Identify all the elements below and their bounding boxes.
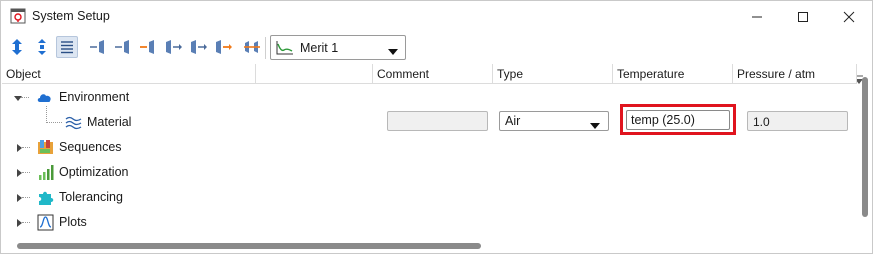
- chevron-down-icon: [590, 118, 600, 132]
- tree-label-sequences: Sequences: [59, 140, 122, 154]
- merit-function-select[interactable]: Merit 1: [270, 35, 406, 60]
- maximize-button[interactable]: [780, 1, 825, 33]
- vertical-scrollbar[interactable]: [858, 65, 872, 239]
- toolbar-separator: [265, 37, 266, 59]
- tree-label-tolerancing: Tolerancing: [59, 190, 123, 204]
- system-setup-window: System Setup Merit 1 Object Comment Type…: [0, 0, 873, 254]
- tree-connector: [22, 147, 30, 148]
- horizontal-scrollbar[interactable]: [1, 239, 858, 253]
- move-surface-icon[interactable]: [187, 36, 209, 58]
- expand-vertical-icon[interactable]: [6, 36, 28, 58]
- horizontal-scrollbar-thumb[interactable]: [17, 243, 481, 249]
- system-setup-app-icon: [10, 8, 26, 24]
- tree-label-optimization: Optimization: [59, 165, 129, 179]
- bar-chart-icon: [37, 164, 54, 181]
- insert-surface-right-icon[interactable]: [162, 36, 184, 58]
- tree-label-environment: Environment: [59, 90, 130, 104]
- title-bar: System Setup: [1, 1, 872, 33]
- close-button[interactable]: [826, 1, 871, 33]
- vertical-scrollbar-thumb[interactable]: [862, 77, 868, 217]
- tree-connector: [46, 106, 47, 123]
- tree-connector: [46, 122, 62, 123]
- material-comment-field[interactable]: [387, 111, 488, 131]
- material-temperature-field[interactable]: temp (25.0): [626, 110, 730, 130]
- surface-group-icon[interactable]: [241, 36, 263, 58]
- tree-row-plots[interactable]: Plots: [2, 210, 857, 235]
- insert-surface-before-icon[interactable]: [87, 36, 109, 58]
- list-view-icon[interactable]: [56, 36, 78, 58]
- tree-label-material: Material: [87, 115, 132, 129]
- chevron-down-icon: [388, 44, 398, 58]
- toolbar: [1, 33, 872, 84]
- column-header-blank: [256, 64, 373, 84]
- tree-connector: [22, 197, 30, 198]
- tree-connector: [22, 172, 30, 173]
- column-header-pressure[interactable]: Pressure / atm: [733, 64, 857, 84]
- merit-select-value: Merit 1: [300, 41, 339, 55]
- sequences-icon: [37, 139, 54, 156]
- collapse-vertical-icon[interactable]: [31, 36, 53, 58]
- minimize-button[interactable]: [734, 1, 779, 33]
- puzzle-icon: [37, 189, 54, 206]
- chart-line-icon: [276, 40, 294, 58]
- tree-label-plots: Plots: [59, 215, 87, 229]
- material-type-select[interactable]: Air: [499, 111, 609, 131]
- material-type-value: Air: [505, 114, 521, 128]
- insert-surface-orange-icon[interactable]: [137, 36, 159, 58]
- tree-connector: [21, 97, 29, 98]
- plot-icon: [37, 214, 54, 231]
- column-header-type[interactable]: Type: [493, 64, 613, 84]
- system-setup-grid: Object Comment Type Temperature Pressure…: [2, 64, 873, 254]
- insert-surface-after-icon[interactable]: [112, 36, 134, 58]
- column-header-temperature[interactable]: Temperature: [613, 64, 733, 84]
- cloud-icon: [36, 89, 53, 106]
- column-header-object[interactable]: Object: [2, 64, 256, 84]
- column-header-comment[interactable]: Comment: [373, 64, 493, 84]
- tree-row-sequences[interactable]: Sequences: [2, 135, 857, 160]
- tree-row-optimization[interactable]: Optimization: [2, 160, 857, 185]
- tree-connector: [22, 222, 30, 223]
- waves-icon: [65, 114, 82, 131]
- move-surface-orange-icon[interactable]: [212, 36, 234, 58]
- tree-row-tolerancing[interactable]: Tolerancing: [2, 185, 857, 210]
- material-pressure-field[interactable]: 1.0: [747, 111, 848, 131]
- window-title: System Setup: [32, 9, 110, 23]
